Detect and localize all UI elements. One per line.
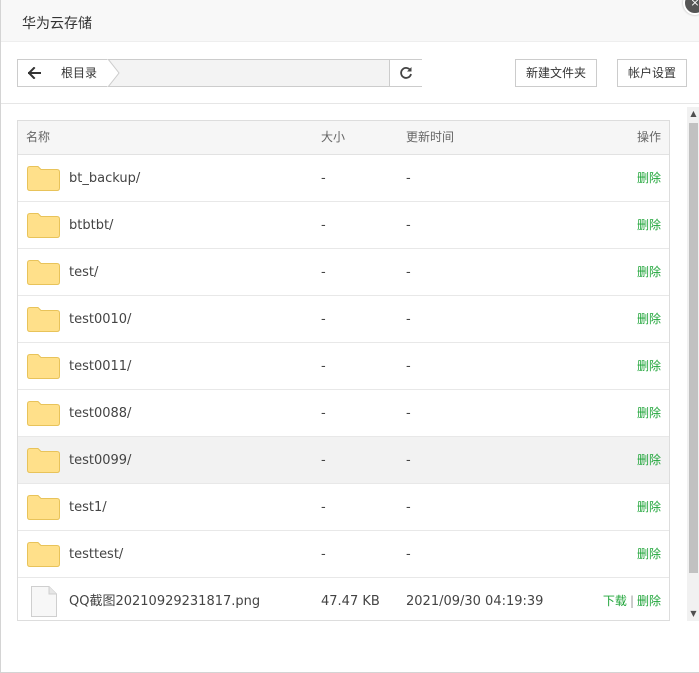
path-bar: 根目录 [17,59,422,87]
actions-cell: 删除 [637,202,661,249]
table-row[interactable]: test0099/ - - 删除 [18,437,669,484]
scroll-down-icon[interactable]: ▼ [687,607,699,621]
action-separator: | [629,594,634,608]
title-bar: 华为云存储 [1,0,699,42]
file-name[interactable]: QQ截图20210929231817.png [69,578,260,620]
file-table: 名称 大小 更新时间 操作 bt_backup/ - - 删除 btbtbt/ … [17,120,670,621]
actions-cell: 删除 [637,437,661,484]
file-size: - [321,218,326,233]
file-size: - [321,547,326,562]
file-name[interactable]: test0088/ [69,390,131,437]
folder-icon [27,213,60,238]
folder-icon [27,260,60,285]
table-row[interactable]: test0088/ - - 删除 [18,390,669,437]
delete-link[interactable]: 删除 [637,265,661,279]
actions-cell: 删除 [637,343,661,390]
arrow-left-icon [28,67,41,79]
file-name[interactable]: bt_backup/ [69,155,140,202]
scroll-thumb[interactable] [689,123,698,573]
folder-icon [27,542,60,567]
column-header-updated[interactable]: 更新时间 [406,121,454,154]
table-row[interactable]: test/ - - 删除 [18,249,669,296]
actions-cell: 删除 [637,484,661,531]
file-updated: - [406,265,411,280]
file-size: - [321,312,326,327]
toolbar: 根目录 新建文件夹 帐户设置 [1,42,699,104]
actions-cell: 下载 | 删除 [603,578,661,620]
delete-link[interactable]: 删除 [637,218,661,232]
file-name[interactable]: btbtbt/ [69,202,113,249]
breadcrumb-root[interactable]: 根目录 [51,60,108,86]
file-name[interactable]: test1/ [69,484,107,531]
file-updated: - [406,453,411,468]
file-name[interactable]: test0011/ [69,343,131,390]
delete-link[interactable]: 删除 [637,406,661,420]
file-size: - [321,265,326,280]
breadcrumb-separator-icon [107,59,120,87]
cloud-storage-dialog: 华为云存储 × 根目录 新建文件夹 帐户设置 名称 大小 更新时间 操作 bt_… [0,0,699,673]
actions-cell: 删除 [637,155,661,202]
table-row[interactable]: test0011/ - - 删除 [18,343,669,390]
vertical-scrollbar[interactable]: ▲ ▼ [687,107,699,621]
file-updated: - [406,312,411,327]
table-row[interactable]: btbtbt/ - - 删除 [18,202,669,249]
file-size: - [321,406,326,421]
folder-icon [27,401,60,426]
actions-cell: 删除 [637,249,661,296]
delete-link[interactable]: 删除 [637,171,661,185]
folder-icon [27,166,60,191]
delete-link[interactable]: 删除 [637,453,661,467]
back-button[interactable] [18,60,52,86]
file-name[interactable]: test0010/ [69,296,131,343]
delete-link[interactable]: 删除 [637,359,661,373]
column-header-name[interactable]: 名称 [26,121,50,154]
file-updated: 2021/09/30 04:19:39 [406,594,544,609]
folder-icon [27,448,60,473]
actions-cell: 删除 [637,296,661,343]
file-updated: - [406,406,411,421]
dialog-title: 华为云存储 [22,16,92,32]
folder-icon [27,354,60,379]
file-updated: - [406,218,411,233]
actions-cell: 删除 [637,390,661,437]
folder-icon [27,495,60,520]
column-header-actions: 操作 [636,130,661,144]
actions-cell: 删除 [637,531,661,578]
file-updated: - [406,359,411,374]
file-size: - [321,171,326,186]
file-size: 47.47 KB [321,594,380,609]
file-updated: - [406,547,411,562]
file-icon [31,586,57,617]
file-name[interactable]: test/ [69,249,98,296]
table-row[interactable]: QQ截图20210929231817.png 47.47 KB 2021/09/… [18,578,669,620]
table-header: 名称 大小 更新时间 操作 [18,121,669,155]
refresh-icon [400,67,412,79]
new-folder-button[interactable]: 新建文件夹 [515,59,597,87]
account-settings-button[interactable]: 帐户设置 [617,59,687,87]
file-name[interactable]: testtest/ [69,531,123,578]
table-row[interactable]: testtest/ - - 删除 [18,531,669,578]
folder-icon [27,307,60,332]
table-row[interactable]: test0010/ - - 删除 [18,296,669,343]
scroll-up-icon[interactable]: ▲ [687,107,699,121]
delete-link[interactable]: 删除 [637,594,661,608]
file-size: - [321,500,326,515]
delete-link[interactable]: 删除 [637,500,661,514]
refresh-button[interactable] [389,60,422,86]
column-header-size[interactable]: 大小 [321,121,345,154]
delete-link[interactable]: 删除 [637,547,661,561]
file-size: - [321,359,326,374]
close-icon: × [690,0,699,9]
file-size: - [321,453,326,468]
file-name[interactable]: test0099/ [69,437,131,484]
delete-link[interactable]: 删除 [637,312,661,326]
download-link[interactable]: 下载 [603,594,627,608]
file-updated: - [406,171,411,186]
table-row[interactable]: test1/ - - 删除 [18,484,669,531]
file-updated: - [406,500,411,515]
table-row[interactable]: bt_backup/ - - 删除 [18,155,669,202]
